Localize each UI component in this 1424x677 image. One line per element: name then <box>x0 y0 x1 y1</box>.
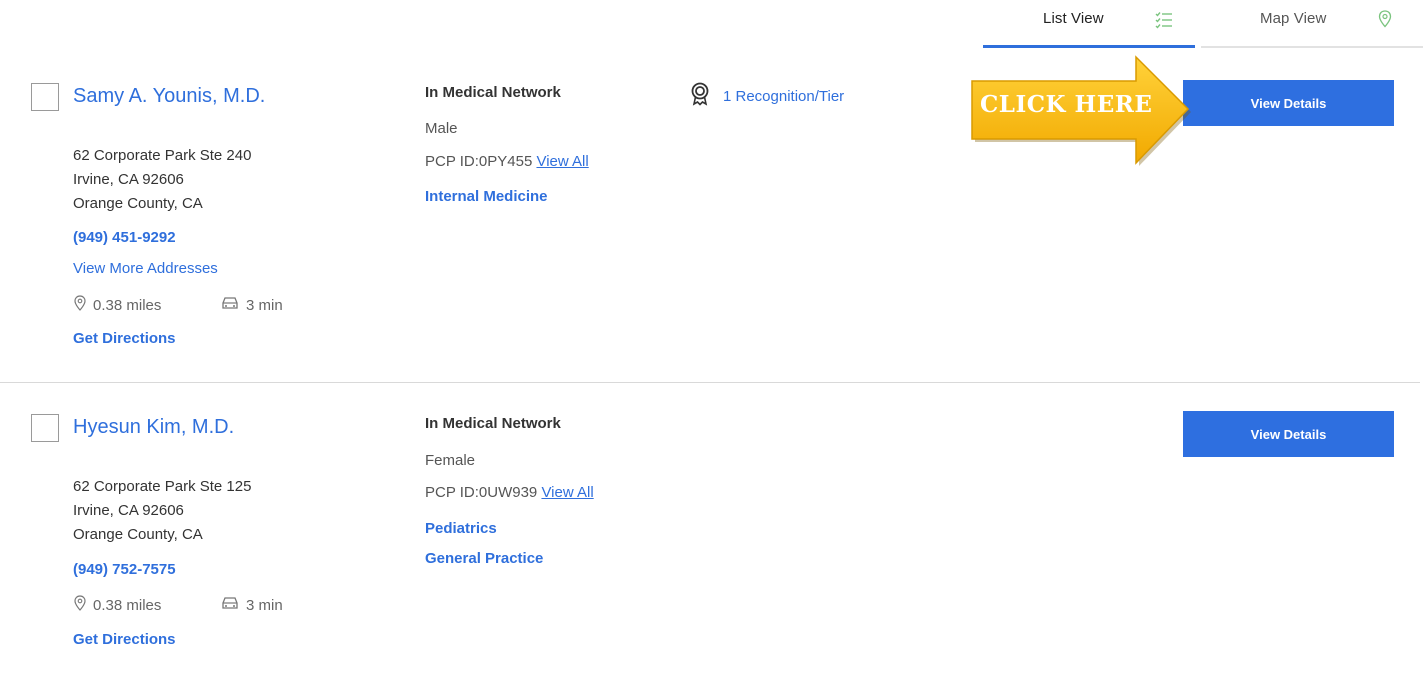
get-directions-link[interactable]: Get Directions <box>73 631 176 648</box>
phone-link[interactable]: (949) 752-7575 <box>73 561 176 578</box>
specialty-link[interactable]: Internal Medicine <box>425 188 548 205</box>
car-icon <box>220 295 240 315</box>
recognition[interactable]: 1 Recognition/Tier <box>689 82 844 111</box>
drive-time: 3 min <box>220 595 283 615</box>
pcp-id-text: PCP ID:0UW939 <box>425 484 538 501</box>
tab-list-view-label: List View <box>1043 10 1104 27</box>
select-checkbox-1[interactable] <box>31 83 59 111</box>
doctor-name-link[interactable]: Samy A. Younis, M.D. <box>73 85 265 108</box>
address-line-1: 62 Corporate Park Ste 240 <box>73 147 252 164</box>
tab-map-view[interactable]: Map View <box>1201 0 1423 48</box>
address-line-2: Irvine, CA 92606 <box>73 502 184 519</box>
view-details-button[interactable]: View Details <box>1183 80 1394 126</box>
doctor-name-link[interactable]: Hyesun Kim, M.D. <box>73 416 234 439</box>
list-check-icon <box>1155 11 1173 34</box>
distance-text: 0.38 miles <box>93 596 162 614</box>
view-details-button[interactable]: View Details <box>1183 411 1394 457</box>
distance-text: 0.38 miles <box>93 296 162 314</box>
car-icon <box>220 595 240 615</box>
click-here-callout: CLICK HERE <box>968 55 1194 169</box>
map-pin-icon <box>1378 10 1392 33</box>
result-divider <box>0 382 1420 383</box>
distance: 0.38 miles <box>73 295 161 315</box>
pcp-id: PCP ID:0PY455 View All <box>425 153 589 170</box>
gender: Female <box>425 452 476 469</box>
phone-link[interactable]: (949) 451-9292 <box>73 229 176 246</box>
gender: Male <box>425 120 458 137</box>
location-pin-icon <box>73 595 87 615</box>
network-status: In Medical Network <box>425 415 561 432</box>
network-status: In Medical Network <box>425 84 561 101</box>
tab-map-view-label: Map View <box>1260 10 1327 27</box>
pcp-id: PCP ID:0UW939 View All <box>425 484 594 501</box>
location-pin-icon <box>73 295 87 315</box>
address-line-3: Orange County, CA <box>73 195 203 212</box>
drive-time: 3 min <box>220 295 283 315</box>
award-ribbon-icon <box>689 82 711 111</box>
drive-time-text: 3 min <box>246 596 283 614</box>
specialty-link[interactable]: General Practice <box>425 550 543 567</box>
specialty-link[interactable]: Pediatrics <box>425 520 497 537</box>
view-more-addresses-link[interactable]: View More Addresses <box>73 260 218 277</box>
drive-time-text: 3 min <box>246 296 283 314</box>
pcp-id-text: PCP ID:0PY455 <box>425 153 533 170</box>
address-line-2: Irvine, CA 92606 <box>73 171 184 188</box>
select-checkbox-2[interactable] <box>31 414 59 442</box>
tab-list-view[interactable]: List View <box>983 0 1195 48</box>
address-line-1: 62 Corporate Park Ste 125 <box>73 478 252 495</box>
get-directions-link[interactable]: Get Directions <box>73 330 176 347</box>
pcp-view-all-link[interactable]: View All <box>536 153 588 170</box>
recognition-link[interactable]: 1 Recognition/Tier <box>723 88 844 105</box>
callout-text: CLICK HERE <box>980 91 1153 118</box>
address-line-3: Orange County, CA <box>73 526 203 543</box>
distance: 0.38 miles <box>73 595 161 615</box>
pcp-view-all-link[interactable]: View All <box>541 484 593 501</box>
